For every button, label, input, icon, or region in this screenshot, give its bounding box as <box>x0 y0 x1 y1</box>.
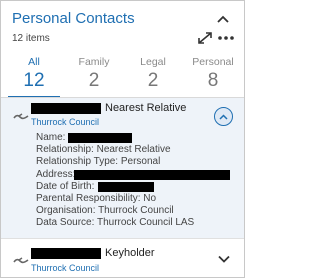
chevron-down-icon <box>218 255 230 263</box>
tab-label: Family <box>78 56 110 68</box>
tab-count: 2 <box>147 70 159 91</box>
more-icon <box>218 36 234 40</box>
panel-title: Personal Contacts <box>12 10 135 27</box>
tab-count: 8 <box>207 70 219 91</box>
detail-address-label: Address: <box>36 168 76 180</box>
tab-all[interactable]: All 12 <box>4 53 64 98</box>
contact-organisation: Thurrock Council <box>31 263 100 273</box>
detail-relationship: Relationship: Nearest Relative <box>36 144 171 156</box>
tab-label: Personal <box>192 56 234 68</box>
contact-name-redacted <box>31 248 101 259</box>
expand-arrows-icon <box>198 32 212 44</box>
item-count: 12 items <box>12 33 50 44</box>
name-redacted <box>68 133 132 143</box>
tab-personal[interactable]: Personal 8 <box>183 53 243 97</box>
detail-dob-label: Date of Birth: <box>36 180 95 192</box>
tab-label: All <box>28 56 40 68</box>
collapse-panel-button[interactable] <box>213 11 233 27</box>
tab-count: 2 <box>88 70 100 91</box>
collapse-contact-button[interactable] <box>214 107 233 126</box>
detail-data-source: Data Source: Thurrock Council LAS <box>36 217 195 229</box>
contact-details: Name: Relationship: Nearest Relative Rel… <box>36 132 230 230</box>
personal-contacts-panel: Personal Contacts 12 items All 12 Family… <box>0 0 245 278</box>
more-options-button[interactable] <box>217 30 235 46</box>
detail-relationship-type: Relationship Type: Personal <box>36 156 161 168</box>
handshake-icon <box>13 257 29 264</box>
detail-name: Name: <box>36 132 194 144</box>
contact-role: Nearest Relative <box>105 102 187 114</box>
chevron-up-icon <box>217 15 229 23</box>
detail-organisation: Organisation: Thurrock Council <box>36 205 174 217</box>
tab-count: 12 <box>23 70 45 91</box>
tab-legal[interactable]: Legal 2 <box>123 53 183 97</box>
contact-tabs: All 12 Family 2 Legal 2 Personal 8 <box>1 53 244 98</box>
expand-view-button[interactable] <box>196 30 214 46</box>
chevron-up-icon <box>219 113 228 120</box>
contact-card-nearest-relative[interactable]: Nearest Relative Thurrock Council Name: … <box>1 98 244 238</box>
detail-dob: Date of Birth: <box>36 181 194 193</box>
contact-card-keyholder[interactable]: Keyholder Thurrock Council <box>1 238 244 277</box>
contact-name-redacted <box>31 103 101 114</box>
contact-organisation: Thurrock Council <box>31 117 100 127</box>
detail-address: Address: <box>36 168 230 181</box>
detail-parental-responsibility: Parental Responsibility: No <box>36 192 157 204</box>
detail-name-label: Name: <box>36 132 66 143</box>
dob-redacted <box>98 181 154 192</box>
handshake-icon <box>13 113 29 120</box>
panel-header: Personal Contacts 12 items <box>1 1 244 51</box>
expand-contact-button[interactable] <box>216 253 232 265</box>
tab-family[interactable]: Family 2 <box>64 53 124 97</box>
tab-label: Legal <box>140 56 166 68</box>
address-redacted <box>74 169 230 180</box>
contact-role: Keyholder <box>105 247 155 259</box>
